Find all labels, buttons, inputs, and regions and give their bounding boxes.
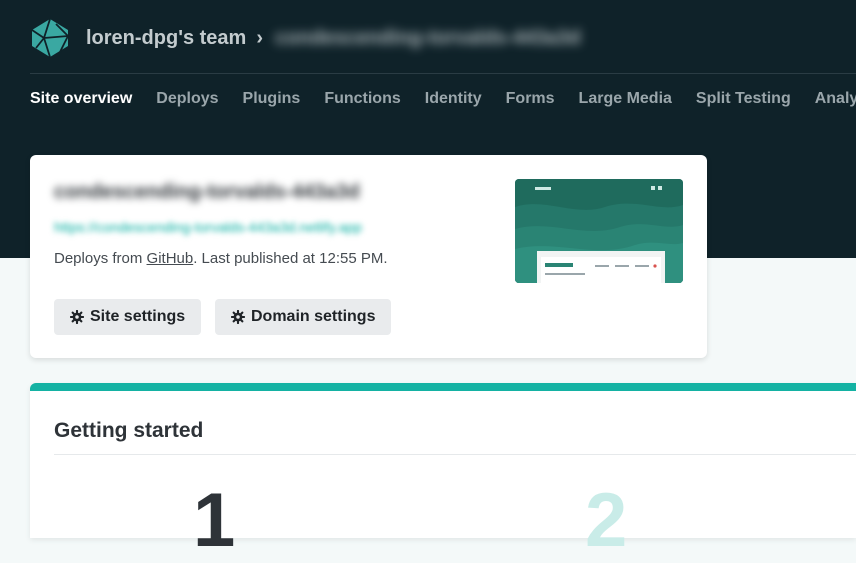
- tab-analytics[interactable]: Analyt: [815, 90, 856, 118]
- panel-divider: [54, 454, 856, 455]
- site-nav: Site overview Deploys Plugins Functions …: [30, 90, 856, 118]
- tab-deploys[interactable]: Deploys: [156, 90, 218, 118]
- getting-started-panel: Getting started 1 2: [30, 383, 856, 559]
- github-link[interactable]: GitHub: [147, 250, 194, 267]
- site-preview-thumbnail[interactable]: [515, 179, 683, 283]
- tab-identity[interactable]: Identity: [425, 90, 482, 118]
- team-name-link[interactable]: loren-dpg's team: [86, 27, 246, 50]
- domain-settings-label: Domain settings: [251, 308, 376, 325]
- gear-icon: [70, 310, 84, 324]
- breadcrumb: loren-dpg's team › condescending-torvald…: [30, 18, 581, 58]
- deploy-info: Deploys from GitHub. Last published at 1…: [54, 250, 388, 267]
- site-settings-button[interactable]: Site settings: [54, 299, 202, 335]
- tab-split-testing[interactable]: Split Testing: [696, 90, 791, 118]
- site-title: condescending-torvalds-443a3d: [54, 181, 360, 203]
- tab-site-overview[interactable]: Site overview: [30, 90, 132, 118]
- deploy-prefix: Deploys from: [54, 250, 147, 267]
- tab-large-media[interactable]: Large Media: [579, 90, 672, 118]
- site-overview-card: condescending-torvalds-443a3d https://co…: [30, 155, 707, 358]
- tab-forms[interactable]: Forms: [506, 90, 555, 118]
- gear-icon: [231, 310, 245, 324]
- site-settings-label: Site settings: [90, 308, 186, 325]
- getting-started-title: Getting started: [54, 419, 204, 442]
- header-divider: [30, 73, 856, 74]
- site-preview-image: [515, 179, 683, 283]
- chevron-right-icon: ›: [256, 26, 264, 49]
- netlify-logo-icon[interactable]: [30, 18, 70, 58]
- tab-plugins[interactable]: Plugins: [243, 90, 301, 118]
- site-url-link[interactable]: https://condescending-torvalds-443a3d.ne…: [54, 219, 362, 235]
- step-number: 2: [585, 478, 628, 563]
- tab-functions[interactable]: Functions: [324, 90, 400, 118]
- step-number: 1: [193, 478, 236, 563]
- site-name-breadcrumb[interactable]: condescending-torvalds-443a3d: [275, 27, 581, 50]
- deploy-suffix: . Last published at 12:55 PM.: [193, 250, 388, 267]
- domain-settings-button[interactable]: Domain settings: [215, 299, 392, 335]
